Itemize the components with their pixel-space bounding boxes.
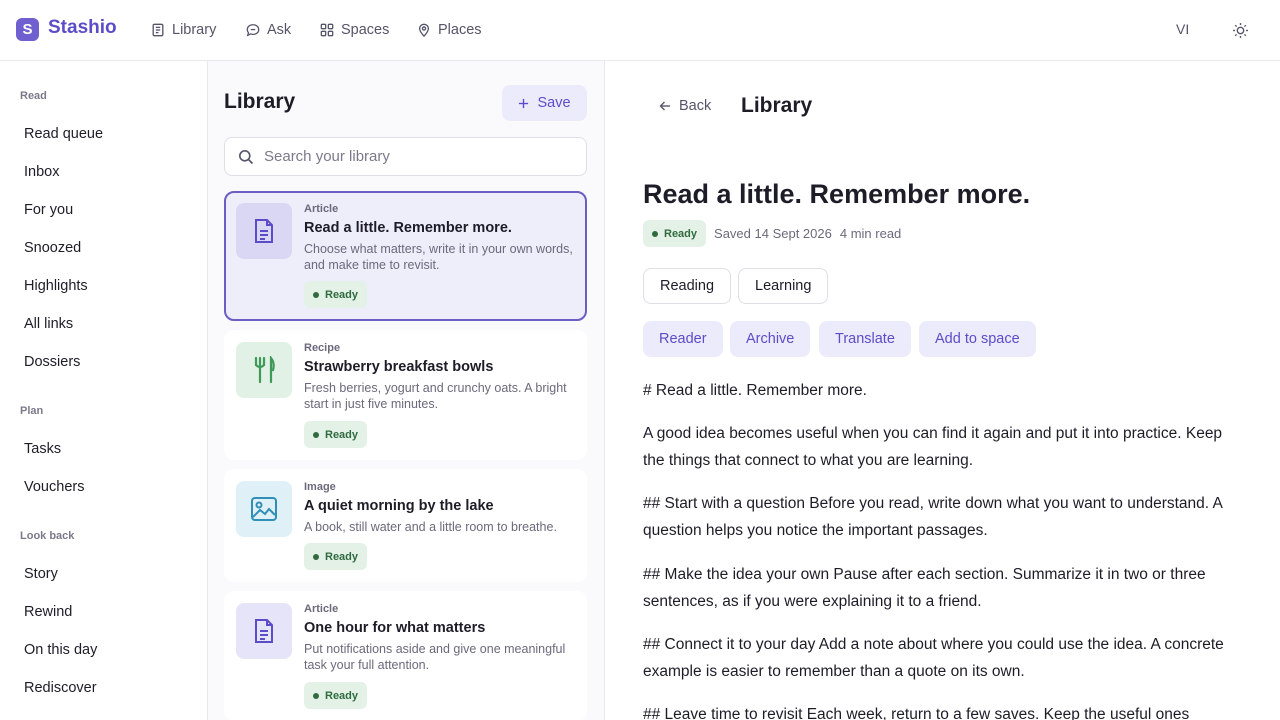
nav-label: Places [438,22,482,38]
search-input[interactable] [264,148,564,165]
chat-icon [246,24,260,37]
sidebar-item-dossiers[interactable]: Dossiers [24,354,80,370]
save-button[interactable]: Save [502,85,587,121]
search-icon [239,149,254,164]
reader-button[interactable]: Reader [643,321,723,357]
tag-learning[interactable]: Learning [738,268,829,304]
card-type: Article [304,603,339,615]
pin-icon [418,23,430,37]
sidebar-item-rewind[interactable]: Rewind [24,604,72,620]
article-paragraph: ## Start with a question Before you read… [643,495,1223,539]
article-meta: Ready Saved 14 Sept 2026 4 min read [643,220,901,247]
card-title: Strawberry breakfast bowls [304,359,494,375]
saved-date: Saved 14 Sept 2026 [714,226,832,241]
article-paragraph: ## Leave time to revisit Each week, retu… [643,706,1190,720]
sidebar-item-vouchers[interactable]: Vouchers [24,479,84,495]
sidebar-section-look-back: Look back [20,530,75,542]
sidebar-item-snoozed[interactable]: Snoozed [24,240,81,256]
sidebar-section-plan: Plan [20,405,44,417]
sidebar-item-for-you[interactable]: For you [24,202,73,218]
arrow-left-icon [659,101,670,111]
user-avatar[interactable]: VI [1176,21,1189,37]
library-card[interactable]: Article Read a little. Remember more. Ch… [224,191,587,321]
sidebar-item-story[interactable]: Story [24,566,58,582]
article-paragraph: ## Make the idea your own Pause after ea… [643,566,1206,610]
library-panel: Library Save Article Read a little. Reme… [208,61,605,720]
card-title: Read a little. Remember more. [304,220,512,236]
status-badge: Ready [304,682,368,709]
tag-reading[interactable]: Reading [643,268,732,304]
article-paragraph: # Read a little. Remember more. [643,382,867,399]
card-thumbnail [236,603,292,659]
nav-places[interactable]: Places [417,19,482,41]
sidebar-item-inbox[interactable]: Inbox [24,164,59,180]
article-paragraph: A good idea becomes useful when you can … [643,425,1223,469]
app-logo[interactable]: S [16,18,39,41]
status-badge: Ready [304,421,368,448]
app-brand[interactable]: Stashio [48,17,117,39]
reader-heading: Library [741,94,813,117]
search-box[interactable] [224,137,587,176]
card-description: Fresh berries, yogurt and crunchy oats. … [304,381,567,411]
sidebar-item-all-links[interactable]: All links [24,316,73,332]
card-description: Choose what matters, write it in your ow… [304,242,573,272]
nav-spaces[interactable]: Spaces [320,19,389,41]
sidebar: Read Read queue Inbox For you Snoozed Hi… [0,61,208,720]
card-title: A quiet morning by the lake [304,498,494,514]
nav-label: Spaces [341,22,390,38]
translate-button[interactable]: Translate [819,321,911,357]
card-description: Put notifications aside and give one mea… [304,642,566,672]
grid-icon [320,23,334,37]
status-badge: Ready [304,543,368,570]
image-icon [251,497,277,521]
nav-label: Library [172,22,217,38]
book-icon [152,23,164,37]
card-thumbnail [236,342,292,398]
read-time: 4 min read [839,226,902,241]
sidebar-item-on-this-day[interactable]: On this day [24,642,97,658]
save-label: Save [537,95,571,111]
back-label: Back [679,98,712,114]
archive-button[interactable]: Archive [730,321,811,357]
card-thumbnail [236,203,292,259]
card-type: Image [304,481,336,493]
sun-icon[interactable] [1232,22,1249,39]
back-button[interactable]: Back [659,98,711,114]
library-card[interactable]: Article One hour for what matters Put no… [224,591,587,720]
sidebar-section-read: Read [20,90,47,102]
card-title: One hour for what matters [304,620,486,636]
nav-ask[interactable]: Ask [246,19,291,41]
nav-library[interactable]: Library [151,19,216,41]
card-thumbnail [236,481,292,537]
document-icon [255,619,273,643]
sidebar-item-highlights[interactable]: Highlights [24,278,88,294]
top-bar: S Stashio Library Ask Spaces Places VI [0,0,1280,61]
sidebar-item-read-queue[interactable]: Read queue [24,126,103,142]
library-card[interactable]: Recipe Strawberry breakfast bowls Fresh … [224,330,587,460]
card-description: A book, still water and a little room to… [304,520,557,534]
status-badge: Ready [643,220,707,247]
sidebar-item-rediscover[interactable]: Rediscover [24,680,97,696]
card-type: Recipe [304,342,341,354]
nav-label: Ask [267,22,292,38]
reader-pane: Back Library Read a little. Remember mor… [605,61,1280,720]
utensils-icon [254,356,275,384]
library-title: Library [224,90,296,113]
status-badge: Ready [304,281,368,308]
article-title: Read a little. Remember more. [643,179,1031,209]
plus-icon [519,98,529,108]
library-card[interactable]: Image A quiet morning by the lake A book… [224,469,587,582]
add-to-space-button[interactable]: Add to space [919,321,1036,357]
document-icon [255,219,273,243]
article-paragraph: ## Connect it to your day Add a note abo… [643,636,1224,680]
card-type: Article [304,203,339,215]
sidebar-item-tasks[interactable]: Tasks [24,441,61,457]
